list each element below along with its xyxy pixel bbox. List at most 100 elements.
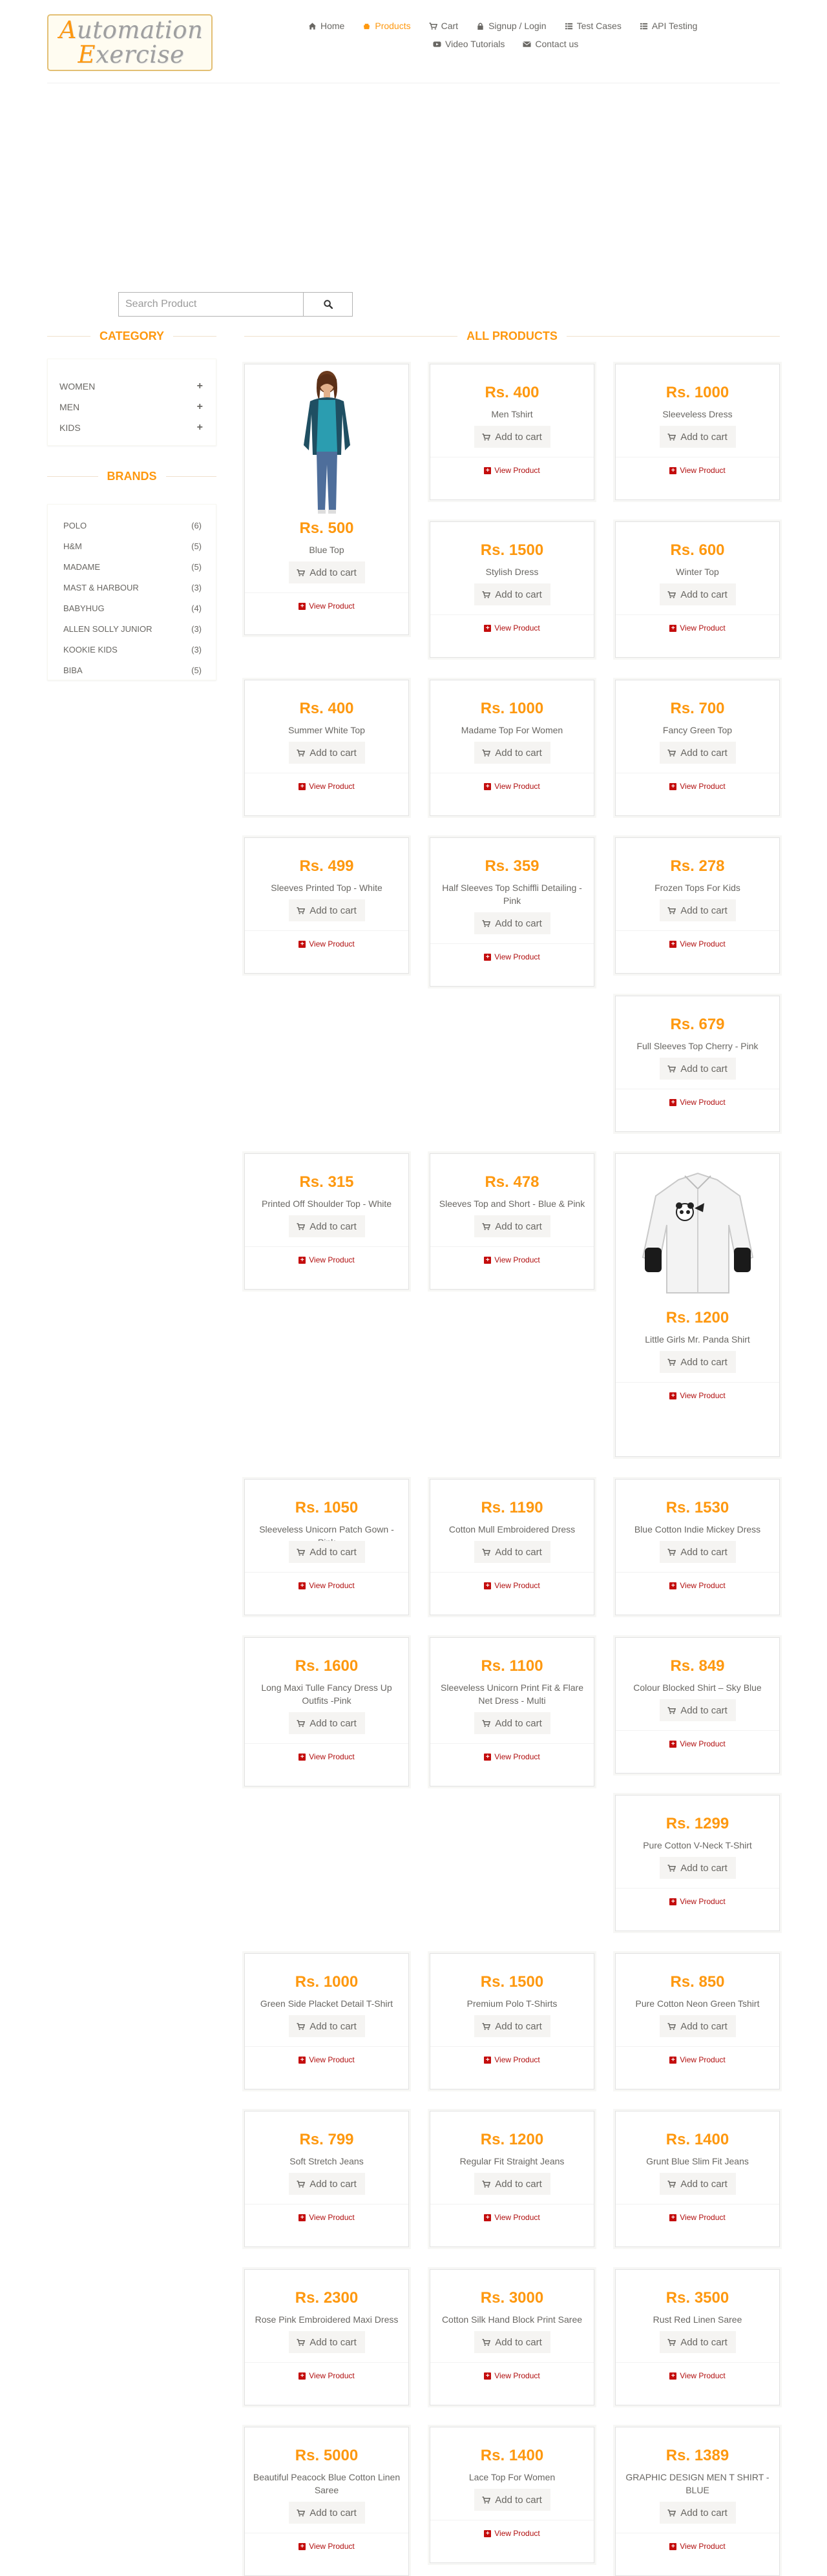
brand-madame[interactable]: Madame (5) bbox=[63, 560, 202, 573]
brand-mast-harbour[interactable]: Mast & Harbour (3) bbox=[63, 581, 202, 594]
view-product-link[interactable]: + View Product bbox=[430, 2055, 594, 2064]
view-product-link[interactable]: + View Product bbox=[616, 1098, 779, 1107]
add-to-cart-button[interactable]: Add to cart bbox=[474, 912, 550, 934]
view-product-link[interactable]: + View Product bbox=[245, 2055, 408, 2064]
view-product-link[interactable]: + View Product bbox=[616, 1897, 779, 1906]
add-to-cart-button[interactable]: Add to cart bbox=[288, 1541, 365, 1563]
add-to-cart-button[interactable]: Add to cart bbox=[288, 561, 365, 583]
brand-polo[interactable]: Polo (6) bbox=[63, 519, 202, 532]
add-to-cart-button[interactable]: Add to cart bbox=[474, 2015, 550, 2037]
add-to-cart-button[interactable]: Add to cart bbox=[659, 2331, 736, 2353]
view-product-link[interactable]: + View Product bbox=[430, 952, 594, 961]
add-to-cart-button[interactable]: Add to cart bbox=[474, 2173, 550, 2195]
add-to-cart-button[interactable]: Add to cart bbox=[288, 2015, 365, 2037]
add-to-cart-button[interactable]: Add to cart bbox=[288, 2173, 365, 2195]
nav-home[interactable]: Home bbox=[308, 21, 344, 31]
view-product-link[interactable]: + View Product bbox=[430, 1581, 594, 1590]
view-product-link[interactable]: + View Product bbox=[245, 1255, 408, 1264]
view-product-link[interactable]: + View Product bbox=[616, 1581, 779, 1590]
view-product-link[interactable]: + View Product bbox=[430, 2213, 594, 2222]
brand-h-m[interactable]: H&M (5) bbox=[63, 539, 202, 552]
expand-plus-icon[interactable]: + bbox=[197, 381, 203, 392]
view-product-label: View Product bbox=[680, 2542, 726, 2551]
add-to-cart-button[interactable]: Add to cart bbox=[659, 1058, 736, 1080]
nav-video-tutorials[interactable]: Video Tutorials bbox=[433, 39, 505, 49]
view-product-link[interactable]: + View Product bbox=[616, 2542, 779, 2551]
view-product-link[interactable]: + View Product bbox=[245, 939, 408, 948]
add-to-cart-button[interactable]: Add to cart bbox=[659, 1699, 736, 1721]
category-men[interactable]: Men + bbox=[59, 401, 203, 414]
view-product-link[interactable]: + View Product bbox=[616, 466, 779, 475]
add-to-cart-button[interactable]: Add to cart bbox=[288, 2331, 365, 2353]
view-product-link[interactable]: + View Product bbox=[616, 1391, 779, 1400]
add-to-cart-button[interactable]: Add to cart bbox=[659, 1351, 736, 1373]
add-to-cart-button[interactable]: Add to cart bbox=[659, 742, 736, 764]
brand-babyhug[interactable]: Babyhug (4) bbox=[63, 602, 202, 614]
view-product-link[interactable]: + View Product bbox=[616, 2371, 779, 2380]
add-to-cart-button[interactable]: Add to cart bbox=[659, 426, 736, 448]
view-product-link[interactable]: + View Product bbox=[430, 782, 594, 791]
view-product-link[interactable]: + View Product bbox=[245, 782, 408, 791]
site-logo[interactable]: Automation Exercise bbox=[47, 14, 213, 71]
nav-api-testing[interactable]: API Testing bbox=[640, 21, 697, 31]
add-to-cart-button[interactable]: Add to cart bbox=[474, 1712, 550, 1734]
add-to-cart-button[interactable]: Add to cart bbox=[659, 2173, 736, 2195]
nav-test-cases[interactable]: Test Cases bbox=[565, 21, 622, 31]
view-product-link[interactable]: + View Product bbox=[430, 1752, 594, 1761]
add-to-cart-button[interactable]: Add to cart bbox=[659, 583, 736, 605]
view-product-link[interactable]: + View Product bbox=[245, 1752, 408, 1761]
brand-biba[interactable]: Biba (5) bbox=[63, 664, 202, 676]
view-product-link[interactable]: + View Product bbox=[430, 1255, 594, 1264]
nav-signup-login[interactable]: Signup / Login bbox=[476, 21, 547, 31]
add-to-cart-button[interactable]: Add to cart bbox=[659, 899, 736, 921]
add-to-cart-button[interactable]: Add to cart bbox=[474, 426, 550, 448]
view-product-link[interactable]: + View Product bbox=[616, 782, 779, 791]
add-to-cart-button[interactable]: Add to cart bbox=[288, 1215, 365, 1237]
category-kids[interactable]: Kids + bbox=[59, 421, 203, 434]
view-product-link[interactable]: + View Product bbox=[616, 2055, 779, 2064]
view-product-link[interactable]: + View Product bbox=[245, 2542, 408, 2551]
add-to-cart-button[interactable]: Add to cart bbox=[288, 742, 365, 764]
add-to-cart-button[interactable]: Add to cart bbox=[288, 1712, 365, 1734]
view-product-link[interactable]: + View Product bbox=[430, 2529, 594, 2538]
cart-icon bbox=[667, 2022, 676, 2030]
search-input[interactable] bbox=[118, 292, 304, 317]
add-to-cart-button[interactable]: Add to cart bbox=[288, 899, 365, 921]
nav-cart[interactable]: Cart bbox=[429, 21, 458, 31]
category-women[interactable]: Women + bbox=[59, 380, 203, 393]
nav-contact-us[interactable]: Contact us bbox=[523, 39, 578, 49]
view-product-link[interactable]: + View Product bbox=[430, 623, 594, 633]
nav-label: Home bbox=[320, 21, 345, 31]
add-to-cart-button[interactable]: Add to cart bbox=[288, 2502, 365, 2524]
view-product-link[interactable]: + View Product bbox=[616, 939, 779, 948]
brand-allen-solly-junior[interactable]: Allen Solly Junior (3) bbox=[63, 622, 202, 635]
add-to-cart-button[interactable]: Add to cart bbox=[474, 2489, 550, 2511]
cart-icon bbox=[297, 569, 306, 576]
add-to-cart-button[interactable]: Add to cart bbox=[659, 1541, 736, 1563]
add-to-cart-button[interactable]: Add to cart bbox=[474, 2331, 550, 2353]
search-button[interactable] bbox=[304, 292, 353, 317]
view-product-link[interactable]: + View Product bbox=[430, 2371, 594, 2380]
add-to-cart-button[interactable]: Add to cart bbox=[474, 1541, 550, 1563]
nav-products[interactable]: Products bbox=[362, 21, 411, 31]
add-to-cart-label: Add to cart bbox=[680, 1862, 728, 1874]
view-product-link[interactable]: + View Product bbox=[616, 1739, 779, 1748]
add-to-cart-button[interactable]: Add to cart bbox=[474, 583, 550, 605]
view-product-label: View Product bbox=[494, 466, 540, 475]
expand-plus-icon[interactable]: + bbox=[197, 422, 203, 434]
view-product-link[interactable]: + View Product bbox=[616, 623, 779, 633]
add-to-cart-button[interactable]: Add to cart bbox=[474, 1215, 550, 1237]
add-to-cart-button[interactable]: Add to cart bbox=[474, 742, 550, 764]
plus-square-icon: + bbox=[484, 2529, 492, 2537]
add-to-cart-button[interactable]: Add to cart bbox=[659, 2502, 736, 2524]
view-product-link[interactable]: + View Product bbox=[245, 2371, 408, 2380]
view-product-link[interactable]: + View Product bbox=[616, 2213, 779, 2222]
view-product-link[interactable]: + View Product bbox=[430, 466, 594, 475]
brand-kookie-kids[interactable]: Kookie Kids (3) bbox=[63, 643, 202, 656]
view-product-link[interactable]: + View Product bbox=[245, 1581, 408, 1590]
add-to-cart-button[interactable]: Add to cart bbox=[659, 2015, 736, 2037]
expand-plus-icon[interactable]: + bbox=[197, 401, 203, 413]
view-product-link[interactable]: + View Product bbox=[245, 2213, 408, 2222]
add-to-cart-button[interactable]: Add to cart bbox=[659, 1857, 736, 1879]
view-product-link[interactable]: + View Product bbox=[245, 602, 408, 611]
